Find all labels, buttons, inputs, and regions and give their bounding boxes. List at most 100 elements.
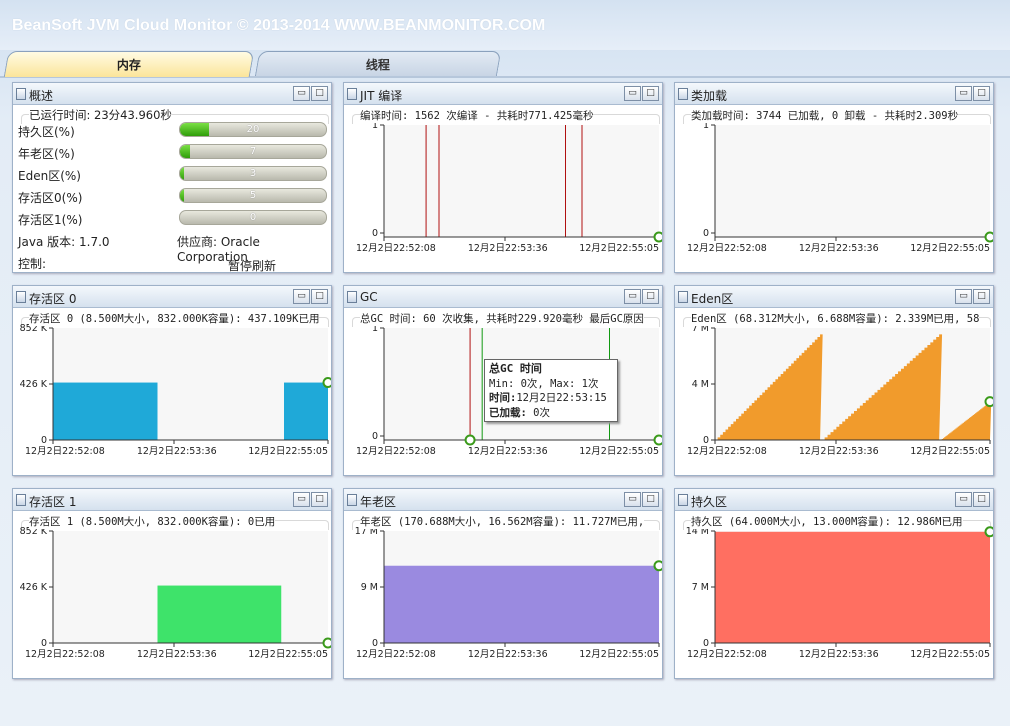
- y-tick-label: 0: [372, 431, 378, 442]
- permgen-percent-bar: 20: [179, 122, 327, 137]
- y-tick-label: 0: [372, 638, 378, 649]
- panel-icon: [347, 291, 357, 303]
- app-titlebar: BeanSoft JVM Cloud Monitor © 2013-2014 W…: [0, 0, 1010, 50]
- minimize-button[interactable]: ▭: [624, 86, 641, 101]
- jit-chart: 1012月2日22:52:08 12月2日22:53:36 12月2日22:55:0…: [356, 120, 662, 254]
- current-value-marker: [653, 434, 662, 446]
- eden-chart: 7 M4 M012月2日22:52:08 12月2日22:53:36 12月2日22…: [687, 323, 993, 457]
- current-value-marker: [653, 231, 662, 243]
- maximize-button[interactable]: □: [973, 492, 990, 507]
- maximize-button[interactable]: □: [642, 289, 659, 304]
- minimize-button[interactable]: ▭: [624, 492, 641, 507]
- panel-icon: [16, 88, 26, 100]
- jit-panel: JIT 编译 ▭ □ 编译时间: 1562 次编译 - 共耗时771.425毫秒 1…: [343, 82, 663, 273]
- panel-title: Eden区: [691, 292, 734, 306]
- y-tick-label: 0: [703, 638, 709, 649]
- panel-subtitle: 类加载时间: 3744 已加载, 0 卸载 - 共耗时2.309秒: [691, 108, 959, 123]
- minimize-button[interactable]: ▭: [293, 492, 310, 507]
- tooltip-minmax: Min: 0次, Max: 1次: [489, 377, 599, 390]
- panel-title: 存活区 1: [29, 495, 77, 509]
- java-version: Java 版本: 1.7.0: [18, 235, 110, 249]
- minimize-button[interactable]: ▭: [955, 492, 972, 507]
- survivor1-chart: 852 K426 K012月2日22:52:08 12月2日22:53:36 12月…: [20, 526, 331, 660]
- x-tick-label: 12月2日22:52:08: [687, 649, 767, 660]
- x-tick-label: 12月2日22:52:08: [356, 446, 436, 457]
- x-tick-label: 12月2日22:55:05: [248, 649, 328, 660]
- y-tick-label: 4 M: [692, 379, 709, 390]
- bar-value: 7: [249, 146, 257, 157]
- tab-threads[interactable]: 线程: [254, 51, 502, 77]
- panel-icon: [678, 494, 688, 506]
- tab-bar: 内存 线程: [0, 50, 1010, 77]
- hover-marker: [464, 434, 476, 446]
- panel-title: 年老区: [360, 495, 397, 509]
- current-value-marker: [653, 560, 662, 572]
- overview-panel: 概述 ▭ □ 已运行时间: 23分43.960秒 持久区(%) 20 年老区(%…: [12, 82, 332, 273]
- eden-percent-bar: 3: [179, 166, 327, 181]
- panel-header: 持久区 ▭ □: [675, 489, 993, 511]
- maximize-button[interactable]: □: [642, 492, 659, 507]
- permgen-chart: 14 M7 M012月2日22:52:08 12月2日22:53:36 12月2日2…: [686, 526, 993, 660]
- current-value-marker: [322, 377, 331, 389]
- x-tick-label: 12月2日22:55:05: [579, 446, 659, 457]
- maximize-button[interactable]: □: [642, 86, 659, 101]
- gc-tooltip: 总GC 时间 Min: 0次, Max: 1次 时间:12月2日22:53:15…: [484, 359, 618, 422]
- tooltip-loaded: 已加载: 0次: [489, 406, 613, 421]
- x-tick-label: 12月2日22:52:08: [687, 243, 767, 254]
- minimize-button[interactable]: ▭: [955, 289, 972, 304]
- survivor0-area: [53, 382, 158, 440]
- x-tick-label: 12月2日22:52:08: [25, 446, 105, 457]
- panel-header: 类加载 ▭ □: [675, 83, 993, 105]
- maximize-button[interactable]: □: [311, 492, 328, 507]
- x-tick-label: 12月2日22:52:08: [356, 243, 436, 254]
- bar-value: 3: [249, 168, 257, 179]
- x-tick-label: 12月2日22:53:36: [137, 649, 217, 660]
- eden-panel: Eden区 ▭ □ Eden区 (68.312M大小, 6.688M容量): 2.3…: [674, 285, 994, 476]
- panel-icon: [678, 88, 688, 100]
- x-tick-label: 12月2日22:52:08: [687, 446, 767, 457]
- panel-subtitle: 存活区 1 (8.500M大小, 832.000K容量): 0已用: [29, 514, 276, 529]
- panel-title: 概述: [29, 89, 54, 103]
- tab-threads-label: 线程: [365, 58, 390, 72]
- plot-area: [384, 125, 659, 237]
- panel-title: 存活区 0: [29, 292, 77, 306]
- x-tick-label: 12月2日22:52:08: [25, 649, 105, 660]
- x-tick-label: 12月2日22:53:36: [468, 243, 548, 254]
- pause-refresh-button[interactable]: 暂停刷新: [228, 257, 276, 274]
- survivor1-percent-label: 存活区1(%): [18, 213, 83, 227]
- minimize-button[interactable]: ▭: [624, 289, 641, 304]
- panel-header: GC ▭ □: [344, 286, 662, 308]
- tab-memory-label: 内存: [116, 58, 141, 72]
- y-tick-label: 0: [703, 228, 709, 239]
- maximize-button[interactable]: □: [973, 289, 990, 304]
- maximize-button[interactable]: □: [973, 86, 990, 101]
- permgen-panel: 持久区 ▭ □ 持久区 (64.000M大小, 13.000M容量): 12.986…: [674, 488, 994, 679]
- eden-percent-label: Eden区(%): [18, 169, 81, 183]
- x-tick-label: 12月2日22:53:36: [137, 446, 217, 457]
- gc-panel: GC ▭ □ 总GC 时间: 60 次收集, 共耗时229.920毫秒 最后GC原因…: [343, 285, 663, 476]
- panel-header: JIT 编译 ▭ □: [344, 83, 662, 105]
- current-value-marker: [984, 231, 993, 243]
- panel-header: 年老区 ▭ □: [344, 489, 662, 511]
- minimize-button[interactable]: ▭: [955, 86, 972, 101]
- panel-subtitle: 持久区 (64.000M大小, 13.000M容量): 12.986M已用: [691, 514, 963, 529]
- survivor1-panel: 存活区 1 ▭ □ 存活区 1 (8.500M大小, 832.000K容量): 0已…: [12, 488, 332, 679]
- x-tick-label: 12月2日22:55:05: [910, 243, 990, 254]
- minimize-button[interactable]: ▭: [293, 86, 310, 101]
- control-label: 控制:: [18, 257, 47, 271]
- tab-memory[interactable]: 内存: [3, 51, 255, 77]
- tooltip-time-label: 时间:: [489, 392, 517, 404]
- minimize-button[interactable]: ▭: [293, 289, 310, 304]
- survivor0-panel: 存活区 0 ▭ □ 存活区 0 (8.500M大小, 832.000K容量): 43…: [12, 285, 332, 476]
- panel-icon: [16, 494, 26, 506]
- x-tick-label: 12月2日22:53:36: [468, 446, 548, 457]
- maximize-button[interactable]: □: [311, 289, 328, 304]
- panel-subtitle: Eden区 (68.312M大小, 6.688M容量): 2.339M已用, 5…: [691, 311, 980, 326]
- maximize-button[interactable]: □: [311, 86, 328, 101]
- y-tick-label: 0: [372, 228, 378, 239]
- panel-subtitle: 存活区 0 (8.500M大小, 832.000K容量): 437.109K已用: [29, 311, 320, 326]
- bar-value: 20: [246, 124, 260, 135]
- panel-title: GC: [360, 290, 378, 304]
- survivor0-percent-label: 存活区0(%): [18, 191, 83, 205]
- panel-icon: [347, 494, 357, 506]
